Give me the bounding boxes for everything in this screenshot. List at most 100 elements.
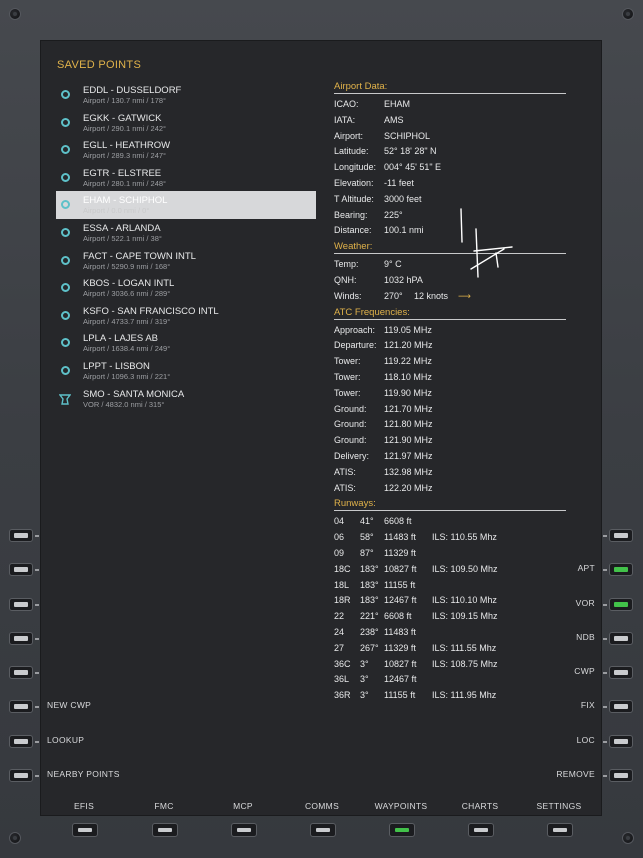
airport-data-label: ICAO: xyxy=(334,99,359,109)
runway-row: 18R 183° 12467 ft ILS: 110.10 Mhz xyxy=(334,593,566,609)
list-item[interactable]: EGKK - GATWICK Airport / 290.1 nmi / 242° xyxy=(56,109,316,137)
atc-frequency-row: Ground: 121.90 MHz xyxy=(334,433,566,449)
atc-frequency-row: ATIS: 122.20 MHz xyxy=(334,481,566,497)
right-softkey-label[interactable]: NDB xyxy=(576,632,595,642)
right-softkey-button[interactable] xyxy=(609,700,633,713)
runway-length: 12467 ft xyxy=(384,595,417,606)
softkey-tick xyxy=(35,775,39,777)
tab-fmc-button[interactable] xyxy=(152,823,178,837)
atc-label: Tower: xyxy=(334,387,361,398)
left-softkey-button[interactable] xyxy=(9,666,33,679)
runway-id: 36L xyxy=(334,674,350,685)
atc-label: Delivery: xyxy=(334,450,370,461)
list-item[interactable]: KBOS - LOGAN INTL Airport / 3036.6 nmi / … xyxy=(56,274,316,302)
left-softkey-button[interactable] xyxy=(9,598,33,611)
airport-data-row: IATA: AMS xyxy=(334,113,566,129)
tab-mcp-button[interactable] xyxy=(231,823,257,837)
tab-efis-label[interactable]: EFIS xyxy=(44,801,124,811)
airport-icon xyxy=(61,145,70,155)
list-item[interactable]: LPPT - LISBON Airport / 1096.3 nmi / 221° xyxy=(56,357,316,385)
left-softkey-label[interactable]: NEARBY POINTS xyxy=(47,769,120,779)
saved-points-list: EDDL - DUSSELDORF Airport / 130.7 nmi / 1… xyxy=(56,81,316,412)
right-softkey-button[interactable] xyxy=(609,666,633,679)
runway-length: 11483 ft xyxy=(384,626,416,637)
list-item[interactable]: SMO - SANTA MONICA VOR / 4832.0 nmi / 315… xyxy=(56,385,316,413)
list-item[interactable]: EGLL - HEATHROW Airport / 289.3 nmi / 247… xyxy=(56,136,316,164)
tab-waypoints-label[interactable]: WAYPOINTS xyxy=(361,801,441,811)
list-item[interactable]: EGTR - ELSTREE Airport / 280.1 nmi / 248° xyxy=(56,164,316,192)
left-softkey-button[interactable] xyxy=(9,529,33,542)
airport-data-row: T Altitude: 3000 feet xyxy=(334,192,566,208)
runway-heading: 238° xyxy=(360,626,379,637)
runway-length: 11155 ft xyxy=(384,579,416,590)
atc-label: Departure: xyxy=(334,340,377,351)
tab-fmc-label[interactable]: FMC xyxy=(124,801,204,811)
airport-data-value: 004° 45' 51" E xyxy=(384,162,442,173)
list-item-name: EGTR - ELSTREE xyxy=(83,167,162,179)
runway-row: 24 238° 11483 ft xyxy=(334,625,566,641)
runway-ils: ILS: 108.75 Mhz xyxy=(432,658,498,669)
right-softkey-label[interactable]: REMOVE xyxy=(556,769,595,779)
list-item-name: KBOS - LOGAN INTL xyxy=(83,278,175,290)
runway-row: 06 58° 11483 ft ILS: 110.55 Mhz xyxy=(334,530,566,546)
softkey-tick xyxy=(35,569,39,571)
left-softkey-label[interactable]: NEW CWP xyxy=(47,700,91,710)
right-softkey-button[interactable] xyxy=(609,598,633,611)
airport-data-heading: Airport Data: xyxy=(334,79,566,94)
right-softkey-button[interactable] xyxy=(609,632,633,645)
right-softkey-button[interactable] xyxy=(609,769,633,782)
runway-ils: ILS: 111.55 Mhz xyxy=(432,642,497,653)
left-softkey-button[interactable] xyxy=(9,563,33,576)
list-item-name: SMO - SANTA MONICA xyxy=(83,388,185,400)
tab-settings-label[interactable]: SETTINGS xyxy=(519,801,599,811)
airport-data-label: IATA: xyxy=(334,114,356,125)
saved-points-title: SAVED POINTS xyxy=(57,59,142,71)
screw-icon xyxy=(622,8,634,20)
runway-length: 11329 ft xyxy=(384,642,416,653)
tab-comms-button[interactable] xyxy=(310,823,336,837)
list-item[interactable]: KSFO - SAN FRANCISCO INTL Airport / 4733.… xyxy=(56,302,316,330)
right-softkey-label[interactable]: CWP xyxy=(574,666,595,676)
right-softkey-label[interactable]: LOC xyxy=(577,735,595,745)
right-softkey-label[interactable]: FIX xyxy=(581,700,595,710)
right-softkey-button[interactable] xyxy=(609,563,633,576)
right-softkey-button[interactable] xyxy=(609,529,633,542)
runway-row: 27 267° 11329 ft ILS: 111.55 Mhz xyxy=(334,641,566,657)
right-softkey-button[interactable] xyxy=(609,735,633,748)
atc-label: Ground: xyxy=(334,435,367,446)
tab-charts-button[interactable] xyxy=(468,823,494,837)
atc-label: Ground: xyxy=(334,403,367,414)
runway-length: 10827 ft xyxy=(384,563,417,574)
list-item[interactable]: EDDL - DUSSELDORF Airport / 130.7 nmi / 1… xyxy=(56,81,316,109)
details-panel: Airport Data: ICAO: EHAM IATA: AMS Airport: S… xyxy=(334,79,566,704)
tab-charts-label[interactable]: CHARTS xyxy=(440,801,520,811)
runway-length: 11155 ft xyxy=(384,690,416,701)
list-item[interactable]: FACT - CAPE TOWN INTL Airport / 5290.9 nm… xyxy=(56,247,316,275)
list-item[interactable]: EHAM - SCHIPHOL Airport / 0.0 nmi / 0° xyxy=(56,191,316,219)
left-softkey-button[interactable] xyxy=(9,632,33,645)
tab-mcp-label[interactable]: MCP xyxy=(203,801,283,811)
left-softkey-button[interactable] xyxy=(9,735,33,748)
left-softkey-button[interactable] xyxy=(9,769,33,782)
weather-winds-row: Winds: 270° 12 knots ⟶ xyxy=(334,289,566,305)
softkey-tick xyxy=(603,775,607,777)
winds-direction: 270° xyxy=(384,290,403,301)
right-softkey-label[interactable]: VOR xyxy=(576,598,595,608)
airport-data-label: Airport: xyxy=(334,130,364,141)
airport-data-value: 225° xyxy=(384,209,403,220)
list-item[interactable]: LPLA - LAJES AB Airport / 1638.4 nmi / 24… xyxy=(56,329,316,357)
list-item-detail: Airport / 5290.9 nmi / 168° xyxy=(83,261,171,271)
screw-icon xyxy=(9,832,21,844)
atc-frequency: 132.98 MHz xyxy=(384,466,433,477)
list-item[interactable]: ESSA - ARLANDA Airport / 522.1 nmi / 38° xyxy=(56,219,316,247)
right-softkey-label[interactable]: APT xyxy=(578,563,595,573)
atc-frequency: 121.70 MHz xyxy=(384,403,433,414)
left-softkey-button[interactable] xyxy=(9,700,33,713)
runway-heading: 183° xyxy=(360,579,379,590)
list-item-name: FACT - CAPE TOWN INTL xyxy=(83,250,196,262)
tab-comms-label[interactable]: COMMS xyxy=(282,801,362,811)
left-softkey-label[interactable]: LOOKUP xyxy=(47,735,84,745)
tab-settings-button[interactable] xyxy=(547,823,573,837)
tab-waypoints-button[interactable] xyxy=(389,823,415,837)
tab-efis-button[interactable] xyxy=(72,823,98,837)
